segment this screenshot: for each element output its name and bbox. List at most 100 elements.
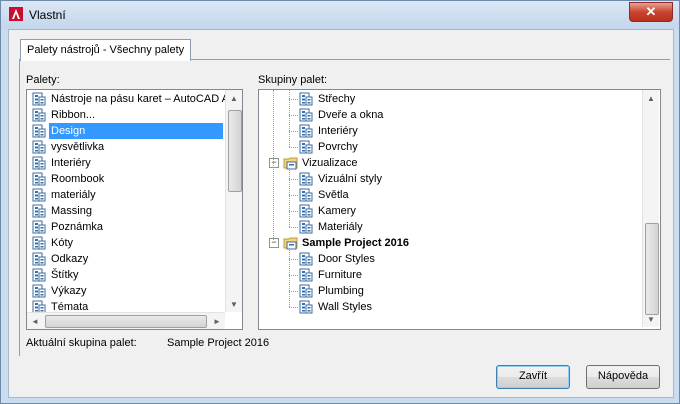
- palette-tree-item[interactable]: Wall Styles: [259, 299, 639, 315]
- palettes-hscroll-thumb[interactable]: [45, 315, 207, 328]
- palette-tree-item[interactable]: Dveře a okna: [259, 107, 639, 123]
- tree-connector: [289, 115, 298, 116]
- tree-connector: [289, 211, 298, 212]
- palette-list-item-label: Nástroje na pásu karet – AutoCAD Ar: [51, 93, 233, 105]
- palette-group-node[interactable]: − Sample Project 2016: [259, 235, 639, 251]
- tree-connector: [289, 259, 298, 260]
- palette-list-item-label: Roombook: [51, 173, 105, 185]
- palette-tree-item[interactable]: Furniture: [259, 267, 639, 283]
- palette-list-item[interactable]: Ribbon...: [29, 107, 223, 123]
- tree-item-label: Světla: [318, 189, 349, 201]
- palette-tree-item[interactable]: Světla: [259, 187, 639, 203]
- palette-list-item-label: Poznámka: [51, 221, 103, 233]
- palette-list-item-label: Kóty: [51, 237, 74, 249]
- palettes-vertical-scrollbar[interactable]: ▲ ▼: [225, 90, 242, 312]
- dialog-body: Palety nástrojů - Všechny palety Palety:…: [8, 29, 674, 398]
- tree-connector: [289, 179, 298, 180]
- collapse-icon[interactable]: −: [269, 158, 279, 168]
- tree-connector: [289, 275, 298, 276]
- tool-palette-icon: [32, 284, 46, 298]
- palette-tree-item[interactable]: Plumbing: [259, 283, 639, 299]
- groups-scroll-thumb[interactable]: [645, 223, 659, 315]
- palettes-scroll-thumb[interactable]: [228, 110, 242, 192]
- tool-palette-icon: [299, 172, 313, 186]
- tree-item-label: Vizuální styly: [318, 173, 382, 185]
- palette-tree-item[interactable]: Povrchy: [259, 139, 639, 155]
- palette-list-item[interactable]: Odkazy: [29, 251, 223, 267]
- autocad-logo-icon: [9, 7, 23, 21]
- palette-list-item[interactable]: Design: [29, 123, 223, 139]
- tree-item-label: Vizualizace: [302, 157, 358, 169]
- close-button[interactable]: Zavřít: [496, 365, 570, 389]
- tree-connector: [289, 195, 298, 196]
- tool-palette-icon: [32, 92, 46, 106]
- tool-palette-icon: [299, 92, 313, 106]
- help-button[interactable]: Nápověda: [586, 365, 660, 389]
- palette-list-item[interactable]: vysvětlivka: [29, 139, 223, 155]
- tree-connector: [289, 99, 298, 100]
- tree-connector: [273, 90, 274, 240]
- palette-group-folder-icon: [283, 236, 298, 250]
- palette-list-item[interactable]: materiály: [29, 187, 223, 203]
- palettes-list[interactable]: Nástroje na pásu karet – AutoCAD Ar Ribbo…: [26, 89, 243, 330]
- palette-group-folder-icon: [283, 156, 298, 170]
- palette-list-item[interactable]: Výkazy: [29, 283, 223, 299]
- title-bar[interactable]: Vlastní ✕: [1, 1, 679, 29]
- scroll-down-icon[interactable]: ▼: [226, 296, 242, 312]
- palette-tree-item[interactable]: Kamery: [259, 203, 639, 219]
- palette-list-item[interactable]: Roombook: [29, 171, 223, 187]
- tree-item-label: Sample Project 2016: [302, 237, 410, 249]
- scroll-right-icon[interactable]: ►: [209, 313, 225, 329]
- palette-list-item-label: Štítky: [51, 269, 79, 281]
- palette-tree-item[interactable]: Materiály: [259, 219, 639, 235]
- scroll-up-icon[interactable]: ▲: [643, 90, 659, 106]
- palette-list-item-label: Massing: [51, 205, 92, 217]
- tool-palette-icon: [32, 252, 46, 266]
- tree-item-label: Furniture: [318, 269, 363, 281]
- palette-list-item-label: Ribbon...: [51, 109, 96, 121]
- tool-palette-icon: [299, 188, 313, 202]
- scroll-down-icon[interactable]: ▼: [643, 311, 659, 327]
- tool-palette-icon: [299, 124, 313, 138]
- tab-all-palettes[interactable]: Palety nástrojů - Všechny palety: [20, 39, 192, 61]
- palette-list-item[interactable]: Poznámka: [29, 219, 223, 235]
- tree-connector: [289, 291, 298, 292]
- tool-palette-icon: [299, 300, 313, 314]
- palette-group-node[interactable]: − Vizualizace: [259, 155, 639, 171]
- tool-palette-icon: [32, 108, 46, 122]
- tree-connector: [289, 147, 298, 148]
- palette-list-item[interactable]: Interiéry: [29, 155, 223, 171]
- palette-tree-item[interactable]: Interiéry: [259, 123, 639, 139]
- tool-palette-icon: [299, 284, 313, 298]
- palette-tree-item[interactable]: Door Styles: [259, 251, 639, 267]
- tool-palette-icon: [32, 124, 46, 138]
- palette-list-item[interactable]: Nástroje na pásu karet – AutoCAD Ar: [29, 91, 233, 107]
- palettes-horizontal-scrollbar[interactable]: ◄ ►: [27, 312, 225, 329]
- tool-palette-icon: [299, 252, 313, 266]
- tree-connector: [289, 307, 298, 308]
- groups-vertical-scrollbar[interactable]: ▲ ▼: [642, 90, 659, 327]
- tool-palette-icon: [32, 268, 46, 282]
- palette-list-item[interactable]: Kóty: [29, 235, 223, 251]
- palette-tree-item[interactable]: Střechy: [259, 91, 639, 107]
- palette-list-item-label: materiály: [51, 189, 96, 201]
- tree-connector: [289, 90, 290, 147]
- collapse-icon[interactable]: −: [269, 238, 279, 248]
- palette-groups-label: Skupiny palet:: [258, 74, 328, 86]
- close-window-button[interactable]: ✕: [629, 2, 673, 22]
- palettes-label: Palety:: [26, 74, 60, 86]
- tree-item-label: Kamery: [318, 205, 356, 217]
- scroll-left-icon[interactable]: ◄: [27, 313, 43, 329]
- palette-list-item[interactable]: Massing: [29, 203, 223, 219]
- palette-list-item-label: Interiéry: [51, 157, 91, 169]
- palette-list-item[interactable]: Štítky: [29, 267, 223, 283]
- scroll-up-icon[interactable]: ▲: [226, 90, 242, 106]
- palette-groups-tree[interactable]: Střechy Dveře a okna Interiéry Povrchy − Vizu…: [258, 89, 661, 330]
- tree-connector: [289, 131, 298, 132]
- tool-palette-icon: [32, 156, 46, 170]
- tree-connector: [289, 248, 290, 307]
- palette-list-item-label: Odkazy: [51, 253, 89, 265]
- window-title: Vlastní: [29, 8, 66, 22]
- tool-palette-icon: [299, 204, 313, 218]
- palette-tree-item[interactable]: Vizuální styly: [259, 171, 639, 187]
